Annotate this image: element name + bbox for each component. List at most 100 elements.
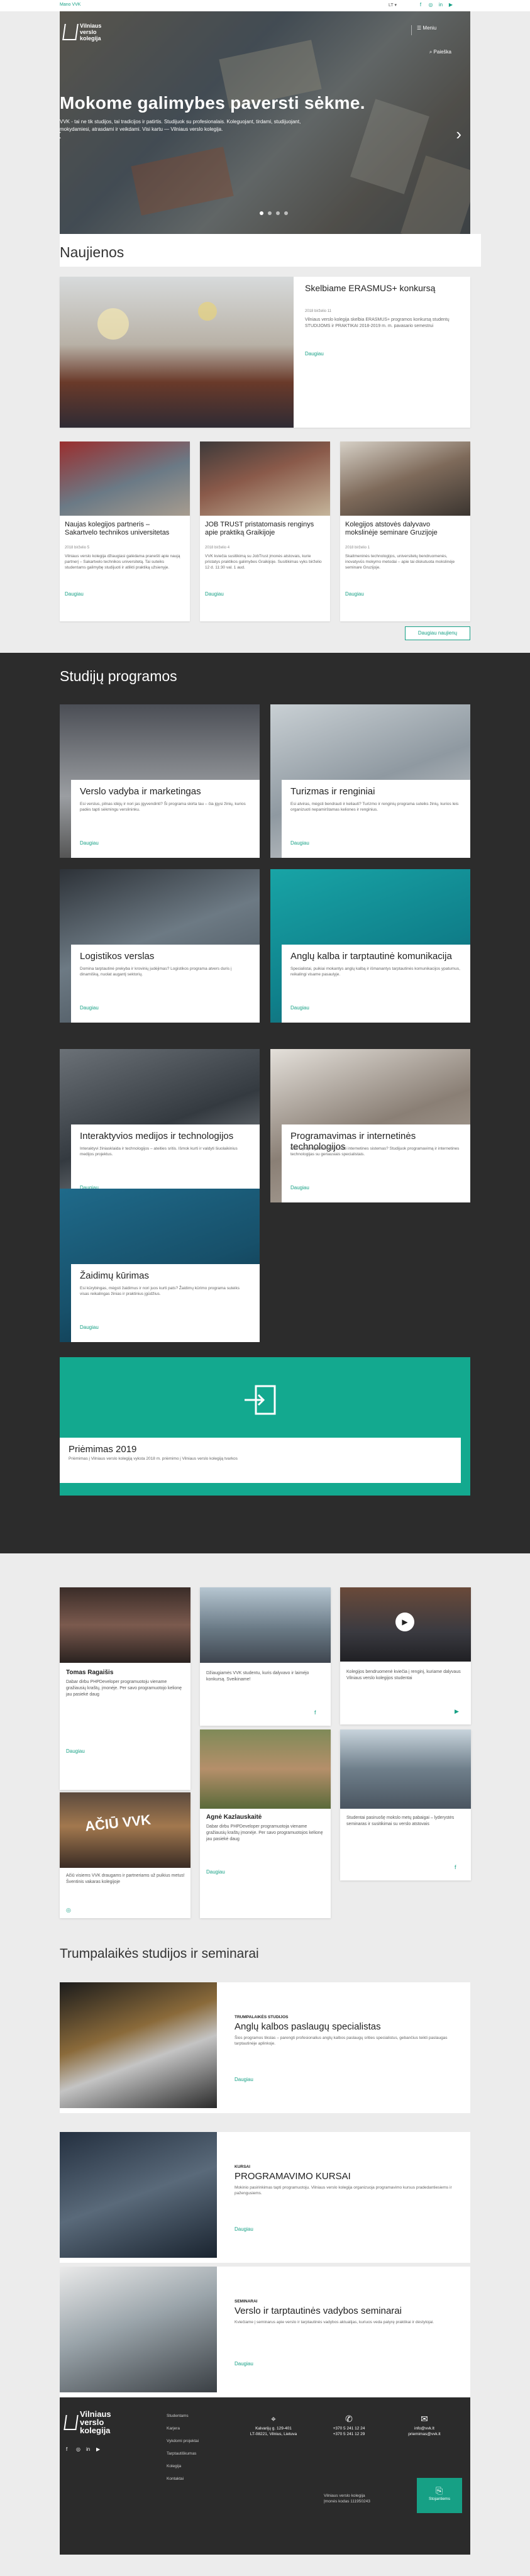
short-study-more-link[interactable]: Daugiau	[235, 2077, 253, 2082]
short-study-card[interactable]: TRUMPALAIKĖS STUDIJOS Anglų kalbos pasla…	[60, 1982, 470, 2113]
news-card[interactable]: JOB TRUST pristatomasis renginys apie pr…	[200, 441, 330, 621]
program-title[interactable]: Logistikos verslas	[80, 951, 250, 962]
program-more-link[interactable]: Daugiau	[290, 1005, 309, 1011]
footer-link[interactable]: Tarptautiškumas	[167, 2448, 199, 2460]
news-card[interactable]: Kolegijos atstovės dalyvavo mokslinėje s…	[340, 441, 470, 621]
program-more-link[interactable]: Daugiau	[80, 1324, 99, 1330]
facebook-icon[interactable]: f	[66, 2446, 67, 2452]
program-card[interactable]: Anglų kalba ir tarptautinė komunikacija …	[270, 869, 470, 1023]
short-study-title[interactable]: PROGRAMAVIMO KURSAI	[235, 2171, 461, 2182]
footer-link[interactable]: Kolegija	[167, 2460, 199, 2473]
testimonial-card[interactable]: Agnė Kazlauskaitė Dabar dirbu PHPDevelop…	[200, 1729, 331, 1918]
slider-dot[interactable]	[260, 211, 263, 215]
study-programs-title: Studijų programos	[60, 668, 177, 684]
site-logo[interactable]: Vilniaus verslo kolegija	[62, 23, 101, 42]
facebook-icon[interactable]: f	[417, 2, 424, 8]
social-post[interactable]: Džiaugiamės VVK studentu, kuris dalyvavo…	[200, 1587, 331, 1726]
program-card[interactable]: Žaidimų kūrimas Esi kūrybingas, mėgsti ž…	[60, 1189, 260, 1342]
program-title[interactable]: Interaktyvios medijos ir technologijos	[80, 1131, 250, 1141]
footer-link[interactable]: Kontaktai	[167, 2473, 199, 2485]
youtube-icon[interactable]: ▶	[455, 1708, 459, 1715]
program-title[interactable]: Anglų kalba ir tarptautinė komunikacija	[290, 951, 460, 962]
footer-logo[interactable]: Vilniaus verslo kolegija	[63, 2410, 111, 2434]
short-study-more-link[interactable]: Daugiau	[235, 2226, 253, 2232]
program-title[interactable]: Verslo vadyba ir marketingas	[80, 786, 250, 797]
youtube-icon[interactable]: ▶	[96, 2446, 100, 2452]
short-study-image	[60, 2132, 217, 2258]
instagram-icon[interactable]: ◎	[66, 1907, 71, 1914]
instagram-icon[interactable]: ◎	[428, 2, 434, 8]
program-title[interactable]: Žaidimų kūrimas	[80, 1270, 250, 1281]
news-card-more-link[interactable]: Daugiau	[205, 591, 224, 597]
social-post[interactable]: AČIŪ VVK Ačiū visiems VVK draugams ir pa…	[60, 1792, 190, 1918]
featured-news-more-link[interactable]: Daugiau	[305, 351, 324, 357]
news-image	[60, 441, 190, 516]
news-card-more-link[interactable]: Daugiau	[65, 591, 84, 597]
apply-button[interactable]: ⎘ Stojantiems	[417, 2478, 462, 2513]
short-study-text: Mokinio pasirinkimas tapti programuotoju…	[235, 2185, 452, 2196]
social-post[interactable]: Studentai pasiruošę mokslo metų pabaigai…	[340, 1729, 471, 1880]
news-card-title[interactable]: Naujas kolegijos partneris – Sakartvelo …	[65, 521, 184, 537]
slider-dot[interactable]	[276, 211, 280, 215]
my-vvk-link[interactable]: Mano VVK	[60, 3, 80, 7]
testimonial-more-link[interactable]: Daugiau	[66, 1748, 85, 1754]
program-card[interactable]: Logistikos verslas Domina tarptautinė pr…	[60, 869, 260, 1023]
featured-news-card[interactable]: Skelbiame ERASMUS+ konkursą 2018 birželi…	[60, 277, 470, 428]
footer-link[interactable]: Vykdomi projektai	[167, 2435, 199, 2448]
logo-line: verslo	[80, 29, 97, 35]
program-card[interactable]: Verslo vadyba ir marketingas Esi verslus…	[60, 704, 260, 858]
program-card[interactable]: Turizmas ir renginiai Esi atviras, mėgst…	[270, 704, 470, 858]
footer-email: ✉ info@vvk.lt priemimas@vvk.lt	[399, 2414, 450, 2437]
linkedin-icon[interactable]: in	[438, 2, 444, 8]
news-card[interactable]: Naujas kolegijos partneris – Sakartvelo …	[60, 441, 190, 621]
footer-links: Studentams Karjera Vykdomi projektai Tar…	[167, 2410, 199, 2485]
instagram-icon[interactable]: ◎	[76, 2446, 80, 2452]
short-study-card[interactable]: KURSAI PROGRAMAVIMO KURSAI Mokinio pasir…	[60, 2132, 470, 2263]
short-study-title[interactable]: Anglų kalbos paslaugų specialistas	[235, 2021, 461, 2032]
footer-link[interactable]: Karjera	[167, 2423, 199, 2435]
news-card-title[interactable]: Kolegijos atstovės dalyvavo mokslinėje s…	[345, 521, 465, 537]
search-button[interactable]: ⌕ Paieška	[429, 49, 451, 55]
youtube-icon[interactable]: ▶	[448, 2, 454, 8]
play-video-icon[interactable]: ▶	[395, 1613, 414, 1631]
logo-mark-icon	[62, 24, 79, 40]
menu-icon: ☰	[417, 25, 422, 31]
featured-news-title[interactable]: Skelbiame ERASMUS+ konkursą	[305, 283, 456, 293]
program-more-link[interactable]: Daugiau	[80, 840, 99, 846]
program-card[interactable]: Programavimas ir internetinės technologi…	[270, 1049, 470, 1202]
admission-card[interactable]: Priėmimas 2019 Priėmimas į Vilniaus vers…	[60, 1357, 470, 1496]
testimonial-card[interactable]: Tomas Ragaišis Dabar dirbu PHPDeveloper …	[60, 1587, 190, 1790]
news-card-title[interactable]: JOB TRUST pristatomasis renginys apie pr…	[205, 521, 324, 537]
admission-title[interactable]: Priėmimas 2019	[69, 1444, 136, 1455]
program-more-link[interactable]: Daugiau	[80, 1005, 99, 1011]
phone-text[interactable]: +370 5 241 12 24 +370 5 241 12 29	[333, 2426, 365, 2436]
menu-button[interactable]: ☰ Meniu	[411, 25, 445, 35]
footer-link[interactable]: Studentams	[167, 2410, 199, 2423]
featured-news-text: Vilniaus verslo kolegija skelbia ERASMUS…	[305, 318, 450, 328]
program-title[interactable]: Turizmas ir renginiai	[290, 786, 460, 797]
slider-dot[interactable]	[284, 211, 288, 215]
all-news-button[interactable]: Daugiau naujienų	[405, 626, 470, 640]
testimonial-photo	[200, 1729, 331, 1809]
program-more-link[interactable]: Daugiau	[290, 1185, 309, 1191]
facebook-icon[interactable]: f	[314, 1709, 316, 1716]
linkedin-icon[interactable]: in	[86, 2446, 90, 2452]
short-study-title[interactable]: Verslo ir tarptautinės vadybos seminarai	[235, 2306, 461, 2316]
short-study-card[interactable]: SEMINARAI Verslo ir tarptautinės vadybos…	[60, 2267, 470, 2397]
program-more-link[interactable]: Daugiau	[290, 840, 309, 846]
prev-slide-arrow-icon[interactable]: ‹	[60, 125, 62, 144]
social-post[interactable]: ▶ Kolegijos bendruomenė kviečia į rengin…	[340, 1587, 471, 1724]
news-image	[340, 441, 470, 516]
program-card[interactable]: Interaktyvios medijos ir technologijos I…	[60, 1049, 260, 1202]
logo-line: kolegija	[80, 35, 101, 42]
next-slide-arrow-icon[interactable]: ›	[456, 125, 461, 144]
facebook-icon[interactable]: f	[455, 1864, 456, 1870]
slider-dot[interactable]	[268, 211, 272, 215]
testimonial-more-link[interactable]: Daugiau	[206, 1869, 225, 1875]
news-card-more-link[interactable]: Daugiau	[345, 591, 364, 597]
phone-icon: ✆	[345, 2414, 353, 2424]
language-selector[interactable]: LT ▾	[389, 3, 397, 8]
email-text[interactable]: info@vvk.lt priemimas@vvk.lt	[408, 2426, 440, 2436]
short-study-more-link[interactable]: Daugiau	[235, 2361, 253, 2367]
news-card-date: 2018 birželio 5	[65, 546, 90, 550]
